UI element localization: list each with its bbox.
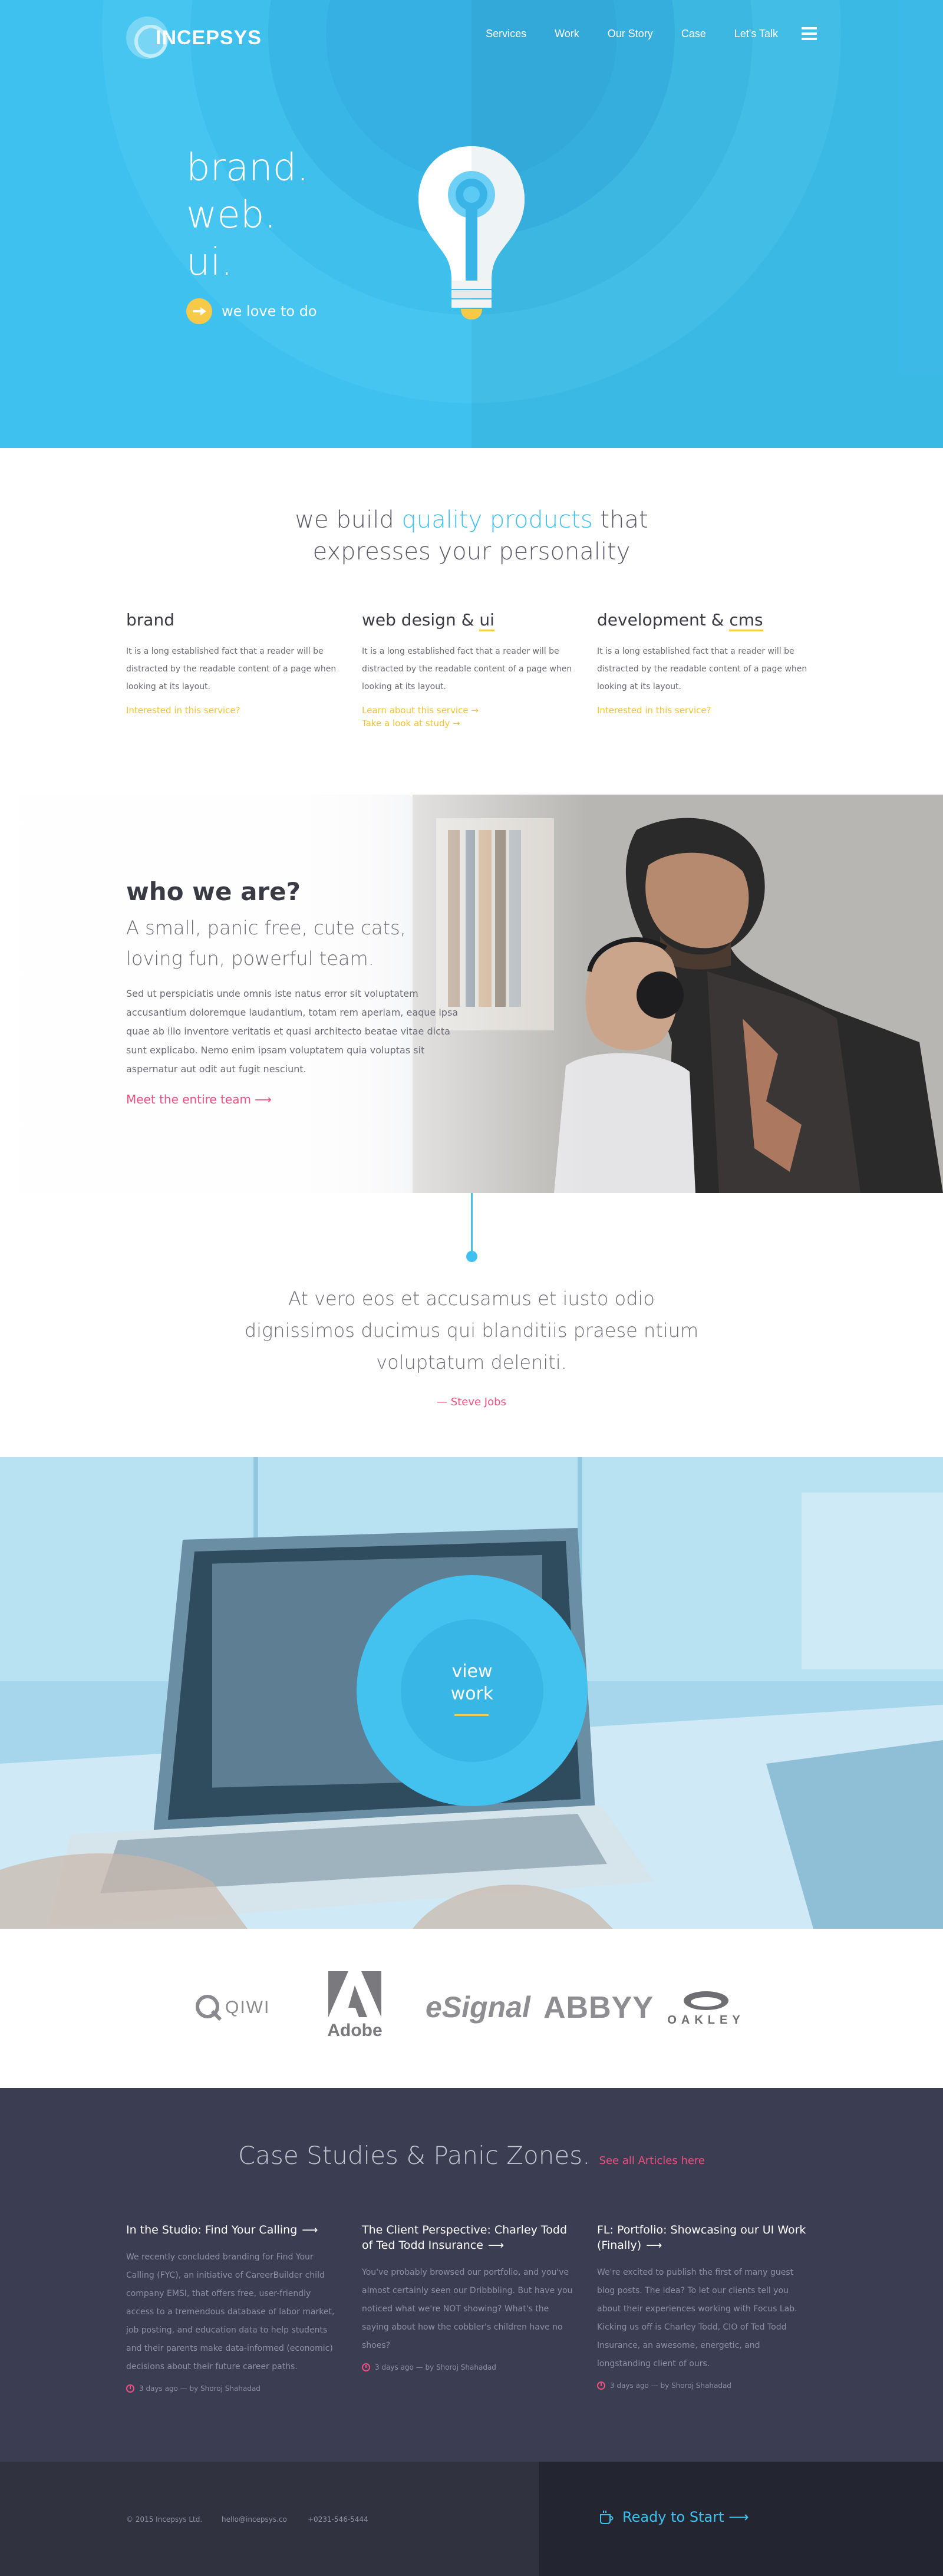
hero-line: ui. <box>186 241 233 284</box>
nav-work[interactable]: Work <box>555 28 579 40</box>
who-body: Sed ut perspiciatis unde omnis iste natu… <box>126 988 459 1075</box>
service-body: It is a long established fact that a rea… <box>362 647 572 691</box>
article-meta: 3 days ago — by Shoroj Shahadad <box>362 2363 574 2371</box>
client-logo-qiwi: QIWI <box>194 1994 270 2022</box>
intro-pre: we build <box>295 506 402 533</box>
case-studies-title: Case Studies & Panic Zones. <box>238 2141 591 2170</box>
article-title[interactable]: The Client Perspective: Charley Todd of … <box>362 2222 574 2253</box>
who-section: who we are? A small, panic free, cute ca… <box>0 795 943 1193</box>
main-nav: Services Work Our Story Case Let's Talk <box>457 27 817 40</box>
who-title: who we are? <box>126 877 301 906</box>
article-card: FL: Portfolio: Showcasing our UI Work (F… <box>597 2222 809 2390</box>
footer-phone[interactable]: +0231-546-5444 <box>308 2515 368 2524</box>
quote-text: At vero eos et accusamus et iusto odio d… <box>244 1287 699 1373</box>
case-studies-header: Case Studies & Panic Zones. See all Arti… <box>0 2141 943 2170</box>
article-meta: 3 days ago — by Shoroj Shahadad <box>597 2381 809 2390</box>
footer-email[interactable]: hello@incepsys.co <box>222 2515 287 2524</box>
intro-highlight: quality products <box>401 506 593 533</box>
client-logo-abbyy: ABBYY <box>543 1991 654 2025</box>
service-development: development & cms It is a long establish… <box>597 610 809 716</box>
article-excerpt: We're excited to publish the first of ma… <box>597 2268 797 2369</box>
clock-icon <box>597 2381 605 2390</box>
article-title[interactable]: FL: Portfolio: Showcasing our UI Work (F… <box>597 2222 809 2253</box>
logo-text: INCEPSYS <box>156 26 262 49</box>
article-title[interactable]: In the Studio: Find Your Calling ⟶ <box>126 2222 338 2238</box>
service-brand: brand It is a long established fact that… <box>126 610 338 716</box>
logo-mark-icon <box>126 17 169 59</box>
hero-headline: brand. web. ui. <box>186 144 309 286</box>
article-card: The Client Perspective: Charley Todd of … <box>362 2222 574 2371</box>
intro-line2: expresses your personality <box>312 538 631 565</box>
clients-section: QIWI Adobe eSignal ABBYY OAKLEY <box>0 1929 943 2088</box>
client-logo-esignal: eSignal <box>426 1991 530 2024</box>
oakley-mark-icon <box>684 1991 728 2010</box>
ready-to-start-button[interactable]: Ready to Start ⟶ <box>599 2509 749 2525</box>
nav-services[interactable]: Services <box>486 28 526 40</box>
service-title: web design & ui <box>362 610 574 631</box>
adobe-mark-icon <box>328 1971 381 2017</box>
footer-copyright: © 2015 Incepsys Ltd. <box>126 2515 203 2524</box>
work-section: view work <box>0 1457 943 1929</box>
article-card: In the Studio: Find Your Calling ⟶ We rec… <box>126 2222 338 2393</box>
clock-icon <box>362 2363 370 2371</box>
hero-shade <box>472 0 943 448</box>
hero-cta-label: we love to do <box>222 303 317 319</box>
arrow-right-icon: ⟶ <box>487 2239 505 2252</box>
qiwi-mark-icon <box>196 1995 222 2021</box>
lightbulb-icon <box>418 146 525 319</box>
arrow-right-icon: ⟶ <box>302 2223 318 2236</box>
arrow-right-icon: ⟶ <box>646 2239 662 2252</box>
meet-team-link[interactable]: Meet the entire team ⟶ <box>126 1092 272 1106</box>
nav-our-story[interactable]: Our Story <box>608 28 653 40</box>
nav-lets-talk[interactable]: Let's Talk <box>734 28 778 40</box>
site-logo[interactable]: INCEPSYS <box>126 17 262 59</box>
client-logo-oakley: OAKLEY <box>660 1990 752 2027</box>
intro-post: that <box>592 506 648 533</box>
article-excerpt: We recently concluded branding for Find … <box>126 2252 335 2371</box>
service-link-secondary[interactable]: Take a look at study → <box>362 718 574 729</box>
hero-cta[interactable]: we love to do <box>186 298 317 324</box>
ready-to-start-label: Ready to Start ⟶ <box>622 2509 749 2525</box>
case-studies-section: Case Studies & Panic Zones. See all Arti… <box>0 2088 943 2462</box>
service-link[interactable]: Interested in this service? <box>597 705 809 716</box>
service-link[interactable]: Learn about this service → <box>362 705 574 716</box>
hero-section: INCEPSYS Services Work Our Story Case Le… <box>0 0 943 448</box>
view-work-underline <box>454 1714 489 1716</box>
arrow-right-icon <box>186 298 212 324</box>
coffee-cup-icon <box>600 2511 614 2524</box>
nav-case[interactable]: Case <box>681 28 706 40</box>
service-link[interactable]: Interested in this service? <box>126 705 338 716</box>
who-subtitle: A small, panic free, cute cats, loving f… <box>126 917 406 970</box>
intro-heading: we build quality products that expresses… <box>0 504 943 568</box>
clock-icon <box>126 2384 134 2393</box>
hero-line: web. <box>186 193 276 237</box>
menu-icon[interactable] <box>802 27 817 40</box>
all-articles-link[interactable]: See all Articles here <box>599 2155 705 2167</box>
service-body: It is a long established fact that a rea… <box>597 647 807 691</box>
hero-line: brand. <box>186 146 309 190</box>
service-title: brand <box>126 610 174 630</box>
quote-connector <box>471 1193 473 1257</box>
service-title: development & cms <box>597 610 809 631</box>
view-work-label[interactable]: view work <box>401 1661 543 1705</box>
service-web-design: web design & ui It is a long established… <box>362 610 574 729</box>
quote-dot <box>466 1251 477 1262</box>
article-excerpt: You've probably browsed our portfolio, a… <box>362 2268 573 2350</box>
service-body: It is a long established fact that a rea… <box>126 647 337 691</box>
article-meta: 3 days ago — by Shoroj Shahadad <box>126 2384 338 2393</box>
client-logo-adobe: Adobe <box>327 1971 383 2041</box>
quote-author: — Steve Jobs <box>437 1396 506 1408</box>
footer: © 2015 Incepsys Ltd. hello@incepsys.co +… <box>0 2462 943 2576</box>
